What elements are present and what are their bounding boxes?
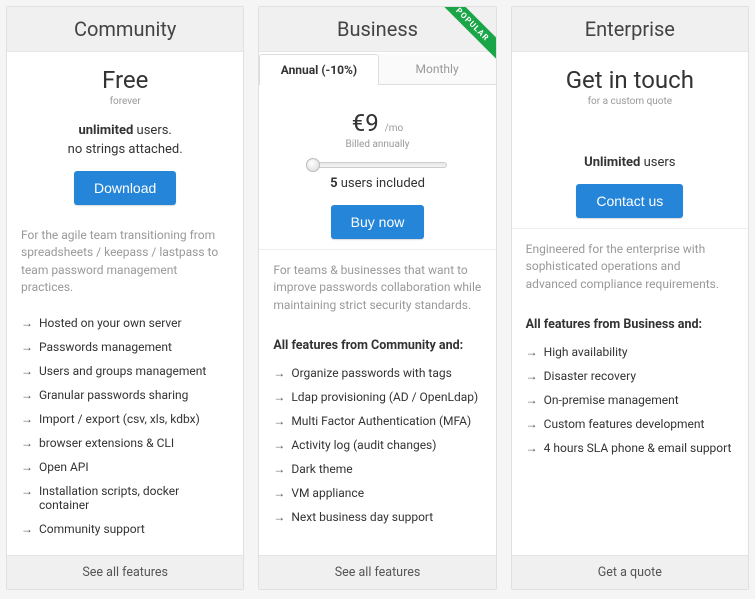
feature-item: Installation scripts, docker container: [21, 479, 229, 517]
price-period: /mo: [385, 123, 404, 134]
feature-item: Granular passwords sharing: [21, 383, 229, 407]
users-count: 5: [330, 176, 337, 191]
feature-block: All features from Business and: High ava…: [512, 301, 748, 554]
users-line: 5 users included: [271, 176, 483, 191]
users-rest: users included: [338, 176, 425, 191]
plan-card-business: POPULAR Business Annual (-10%) Monthly €…: [258, 6, 496, 590]
plan-description: For teams & businesses that want to impr…: [259, 249, 495, 322]
plan-price: Get in touch: [524, 66, 736, 94]
get-quote-link[interactable]: Get a quote: [512, 555, 748, 589]
feature-item: Import / export (csv, xls, kdbx): [21, 407, 229, 431]
feature-item: Users and groups management: [21, 359, 229, 383]
feature-item: browser extensions & CLI: [21, 431, 229, 455]
pricing-block: Free forever unlimited users. no strings…: [7, 52, 243, 215]
feature-item: On-premise management: [526, 388, 734, 412]
users-bold: unlimited: [78, 123, 133, 138]
tab-annual[interactable]: Annual (-10%): [259, 54, 378, 85]
feature-block: Hosted on your own serverPasswords manag…: [7, 305, 243, 555]
plan-header: Enterprise: [512, 7, 748, 52]
plan-header: Community: [7, 7, 243, 52]
feature-item: 4 hours SLA phone & email support: [526, 436, 734, 460]
feature-item: Ldap provisioning (AD / OpenLdap): [273, 385, 481, 409]
download-button[interactable]: Download: [74, 171, 176, 205]
pricing-cards: Community Free forever unlimited users. …: [6, 6, 749, 590]
pricing-block: Get in touch for a custom quote Unlimite…: [512, 52, 748, 228]
tab-monthly[interactable]: Monthly: [379, 54, 496, 85]
plan-title: Enterprise: [512, 17, 748, 41]
feature-item: High availability: [526, 340, 734, 364]
plan-price-sub: forever: [19, 96, 231, 107]
feature-item: Multi Factor Authentication (MFA): [273, 409, 481, 433]
feature-block: All features from Community and: Organiz…: [259, 322, 495, 554]
feature-item: Community support: [21, 517, 229, 541]
plan-description: Engineered for the enterprise with sophi…: [512, 228, 748, 301]
feature-item: Custom features development: [526, 412, 734, 436]
feature-item: Organize passwords with tags: [273, 361, 481, 385]
feature-heading: All features from Community and:: [273, 338, 481, 353]
plan-price: €9 /mo: [271, 109, 483, 137]
feature-list: Hosted on your own serverPasswords manag…: [21, 311, 229, 541]
plan-title: Community: [7, 17, 243, 41]
users-bold: Unlimited: [584, 155, 640, 170]
plan-price: Free: [19, 66, 231, 94]
see-all-features-link[interactable]: See all features: [7, 555, 243, 589]
users-line-1: unlimited users.: [19, 123, 231, 138]
feature-item: VM appliance: [273, 481, 481, 505]
billing-tabs: Annual (-10%) Monthly: [259, 54, 495, 85]
feature-list: High availabilityDisaster recoveryOn-pre…: [526, 340, 734, 460]
feature-item: Open API: [21, 455, 229, 479]
users-rest: users: [640, 155, 675, 170]
plan-card-community: Community Free forever unlimited users. …: [6, 6, 244, 590]
feature-item: Dark theme: [273, 457, 481, 481]
feature-list: Organize passwords with tagsLdap provisi…: [273, 361, 481, 529]
users-line: Unlimited users: [524, 155, 736, 170]
plan-price-sub: for a custom quote: [524, 96, 736, 107]
feature-heading: All features from Business and:: [526, 317, 734, 332]
feature-item: Hosted on your own server: [21, 311, 229, 335]
price-amount: €9: [352, 109, 379, 137]
users-slider[interactable]: [271, 162, 483, 168]
slider-thumb[interactable]: [306, 158, 320, 172]
plan-card-enterprise: Enterprise Get in touch for a custom quo…: [511, 6, 749, 590]
feature-item: Passwords management: [21, 335, 229, 359]
pricing-block: €9 /mo Billed annually 5 users included …: [259, 85, 495, 249]
billed-note: Billed annually: [271, 139, 483, 150]
see-all-features-link[interactable]: See all features: [259, 555, 495, 589]
users-line-2: no strings attached.: [19, 142, 231, 157]
buy-now-button[interactable]: Buy now: [331, 205, 425, 239]
feature-item: Activity log (audit changes): [273, 433, 481, 457]
users-rest: users.: [133, 123, 172, 138]
feature-item: Disaster recovery: [526, 364, 734, 388]
contact-us-button[interactable]: Contact us: [576, 184, 683, 218]
feature-item: Next business day support: [273, 505, 481, 529]
plan-description: For the agile team transitioning from sp…: [7, 215, 243, 305]
